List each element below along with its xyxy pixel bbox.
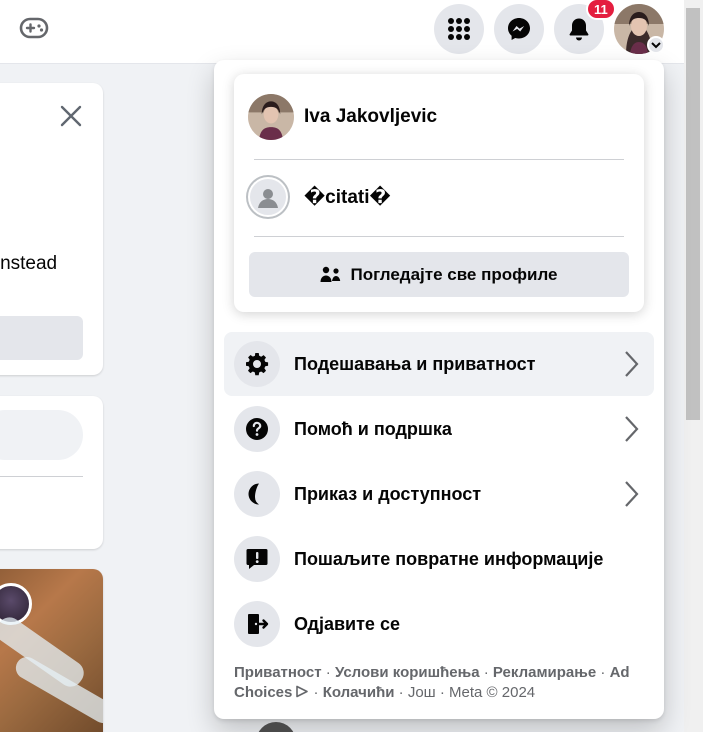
menu-grid-button[interactable] bbox=[434, 4, 484, 54]
menu-item-give-feedback[interactable]: Пошаљите повратне информације bbox=[224, 527, 654, 591]
ad-choices-icon bbox=[296, 685, 309, 698]
footer-link-terms[interactable]: Услови коришћења bbox=[335, 664, 480, 681]
profile-name: Iva Jakovljevic bbox=[304, 106, 438, 127]
see-all-profiles-button[interactable]: Погледајте све профиле bbox=[249, 252, 629, 297]
chevron-right-icon bbox=[625, 351, 639, 377]
post-input[interactable] bbox=[0, 410, 83, 460]
page-name: �citati� bbox=[304, 186, 391, 208]
menu-footer: Приватност · Услови коришћења · Рекламир… bbox=[234, 664, 630, 701]
account-dropdown-menu: Iva Jakovljevic �citati� Погледајте све … bbox=[214, 60, 664, 719]
create-post-card: eo bbox=[0, 396, 103, 549]
avatar bbox=[256, 722, 296, 732]
menu-item-log-out[interactable]: Одјавите се bbox=[224, 592, 654, 656]
avatar bbox=[248, 94, 294, 140]
moon-icon bbox=[234, 471, 280, 517]
help-icon bbox=[234, 406, 280, 452]
chevron-right-icon bbox=[625, 416, 639, 442]
footer-link-more[interactable]: Још bbox=[408, 684, 436, 701]
menu-item-display-accessibility[interactable]: Приказ и доступност bbox=[224, 462, 654, 526]
feedback-icon bbox=[234, 536, 280, 582]
menu-item-label: Одјавите се bbox=[294, 613, 400, 634]
menu-item-label: Помоћ и подршка bbox=[294, 418, 452, 439]
footer-copyright: Meta © 2024 bbox=[449, 684, 536, 701]
grid-icon bbox=[448, 18, 470, 40]
story-card[interactable] bbox=[0, 569, 103, 732]
footer-link-cookies[interactable]: Колачићи bbox=[323, 684, 395, 701]
close-icon[interactable] bbox=[58, 103, 84, 129]
chevron-down-icon[interactable] bbox=[647, 36, 665, 54]
divider bbox=[254, 159, 624, 160]
card-text: e instead bbox=[0, 253, 58, 274]
footer-link-privacy[interactable]: Приватност bbox=[234, 664, 322, 681]
divider bbox=[0, 476, 83, 477]
logout-icon bbox=[234, 601, 280, 647]
menu-item-settings-privacy[interactable]: Подешавања и приватност bbox=[224, 332, 654, 396]
messenger-button[interactable] bbox=[494, 4, 544, 54]
page-avatar-icon bbox=[248, 177, 288, 217]
feed-card: e instead bbox=[0, 83, 103, 375]
card-button[interactable] bbox=[0, 316, 83, 360]
notification-badge: 11 bbox=[586, 0, 616, 20]
top-navigation-bar: 11 bbox=[0, 0, 684, 64]
menu-item-label: Пошаљите повратне информације bbox=[294, 548, 604, 569]
page-switch-row[interactable]: �citati� bbox=[248, 176, 391, 218]
bell-icon bbox=[569, 18, 589, 41]
menu-item-label: Приказ и доступност bbox=[294, 483, 482, 504]
profile-card: Iva Jakovljevic �citati� Погледајте све … bbox=[234, 74, 644, 312]
menu-item-label: Подешавања и приватност bbox=[294, 353, 536, 374]
scrollbar-thumb[interactable] bbox=[686, 8, 700, 420]
chevron-right-icon bbox=[625, 481, 639, 507]
profile-row[interactable]: Iva Jakovljevic bbox=[248, 94, 437, 140]
divider bbox=[254, 236, 624, 237]
footer-link-advertising[interactable]: Рекламирање bbox=[493, 664, 596, 681]
menu-item-help-support[interactable]: Помоћ и подршка bbox=[224, 397, 654, 461]
switch-profiles-icon bbox=[320, 265, 342, 285]
gaming-icon[interactable] bbox=[18, 14, 50, 42]
gear-icon bbox=[234, 341, 280, 387]
see-all-profiles-label: Погледајте све профиле bbox=[350, 264, 558, 284]
messenger-icon bbox=[508, 18, 530, 40]
